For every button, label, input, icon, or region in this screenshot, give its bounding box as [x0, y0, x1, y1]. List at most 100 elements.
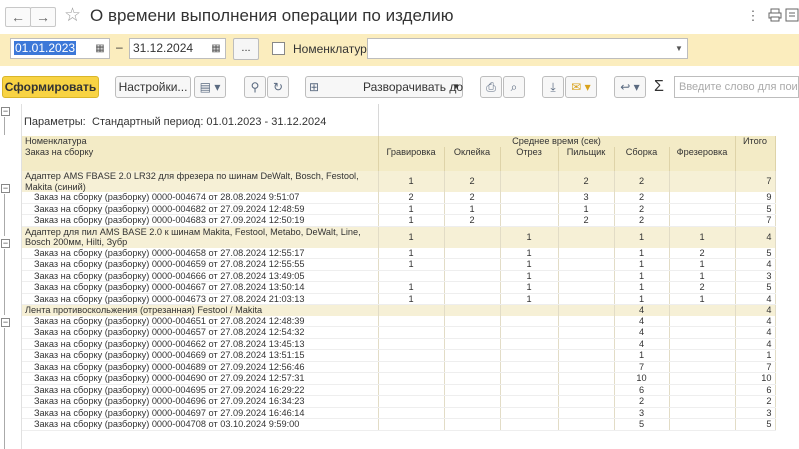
- save-button[interactable]: ⤓: [542, 76, 564, 98]
- order-name[interactable]: Заказ на сборку (разборку) 0000-004657 о…: [22, 326, 379, 339]
- value-cell: 1: [378, 171, 445, 192]
- table-row[interactable]: Заказ на сборку (разборку) 0000-004695 о…: [22, 384, 776, 396]
- table-row[interactable]: Заказ на сборку (разборку) 0000-004666 о…: [22, 270, 776, 282]
- forward-button[interactable]: →: [30, 7, 56, 27]
- table-row[interactable]: Заказ на сборку (разборку) 0000-004658 о…: [22, 247, 776, 259]
- order-name[interactable]: Заказ на сборку (разборку) 0000-004667 о…: [22, 281, 379, 294]
- nomenclature-checkbox[interactable]: [272, 42, 285, 55]
- total-cell: 5: [735, 203, 776, 215]
- expand-to-button[interactable]: ⊞ Разворачивать до ▼: [305, 76, 463, 98]
- search-button[interactable]: ⚲: [244, 76, 266, 98]
- print-icon[interactable]: [767, 8, 783, 24]
- value-cell: [378, 395, 445, 408]
- order-name[interactable]: Заказ на сборку (разборку) 0000-004682 о…: [22, 203, 379, 215]
- order-name[interactable]: Заказ на сборку (разборку) 0000-004662 о…: [22, 338, 379, 350]
- table-row[interactable]: Заказ на сборку (разборку) 0000-004690 о…: [22, 372, 776, 385]
- value-cell: 1: [614, 258, 670, 271]
- back-button[interactable]: ←: [5, 7, 31, 27]
- table-row[interactable]: Заказ на сборку (разборку) 0000-004708 о…: [22, 418, 776, 431]
- generate-button[interactable]: Сформировать: [2, 76, 99, 98]
- header-op: Сборка: [614, 146, 670, 157]
- print-button[interactable]: ⎙: [480, 76, 502, 98]
- table-row[interactable]: Заказ на сборку (разборку) 0000-004682 о…: [22, 203, 776, 215]
- order-name[interactable]: Заказ на сборку (разборку) 0000-004659 о…: [22, 258, 379, 271]
- calendar-icon[interactable]: ▦: [92, 41, 108, 56]
- value-cell: 4: [614, 326, 670, 339]
- date-range-dash: –: [116, 40, 123, 54]
- table-row[interactable]: Заказ на сборку (разборку) 0000-004689 о…: [22, 361, 776, 373]
- order-name[interactable]: Заказ на сборку (разборку) 0000-004696 о…: [22, 395, 379, 408]
- table-row[interactable]: Заказ на сборку (разборку) 0000-004696 о…: [22, 395, 776, 408]
- sigma-icon[interactable]: Σ: [654, 78, 664, 96]
- order-name[interactable]: Заказ на сборку (разборку) 0000-004708 о…: [22, 418, 379, 431]
- table-row[interactable]: Заказ на сборку (разборку) 0000-004667 о…: [22, 281, 776, 294]
- collapse-group-icon[interactable]: −: [1, 239, 10, 248]
- table-row[interactable]: Заказ на сборку (разборку) 0000-004673 о…: [22, 293, 776, 305]
- group-name[interactable]: Адаптер для пил AMS BASE 2.0 к шинам Mak…: [22, 226, 379, 248]
- value-cell: 1: [558, 203, 615, 215]
- table-row[interactable]: Заказ на сборку (разборку) 0000-004697 о…: [22, 407, 776, 419]
- table-row[interactable]: Заказ на сборку (разборку) 0000-004669 о…: [22, 349, 776, 362]
- total-cell: 7: [735, 361, 776, 373]
- grouping-gutter: − − − −: [0, 104, 22, 449]
- nomenclature-field[interactable]: ▼: [367, 38, 688, 59]
- group-row[interactable]: Лента противоскольжения (отрезанная) Fes…: [22, 304, 776, 316]
- order-name[interactable]: Заказ на сборку (разборку) 0000-004651 о…: [22, 315, 379, 327]
- value-cell: [558, 270, 615, 282]
- date-from-field[interactable]: 01.01.2023 ▦: [10, 38, 110, 59]
- search-input[interactable]: Введите слово для поиска: [674, 76, 799, 98]
- dropdown-icon[interactable]: ▼: [671, 41, 687, 56]
- table-row[interactable]: Заказ на сборку (разборку) 0000-004683 о…: [22, 214, 776, 227]
- clear-search-button[interactable]: ↻: [267, 76, 289, 98]
- collapse-params-icon[interactable]: −: [1, 107, 10, 116]
- value-cell: 1: [378, 226, 445, 248]
- value-cell: 1: [444, 203, 501, 215]
- order-name[interactable]: Заказ на сборку (разборку) 0000-004669 о…: [22, 349, 379, 362]
- star-icon[interactable]: ☆: [64, 5, 81, 27]
- order-name[interactable]: Заказ на сборку (разборку) 0000-004683 о…: [22, 214, 379, 227]
- link-icon[interactable]: [784, 8, 799, 24]
- date-to-field[interactable]: 31.12.2024 ▦: [129, 38, 226, 59]
- table-row[interactable]: Заказ на сборку (разборку) 0000-004659 о…: [22, 258, 776, 271]
- period-select-button[interactable]: ...: [233, 38, 259, 60]
- variant-button[interactable]: ▤ ▾: [194, 76, 226, 98]
- value-cell: 2: [558, 214, 615, 227]
- value-cell: 1: [500, 270, 559, 282]
- order-name[interactable]: Заказ на сборку (разборку) 0000-004695 о…: [22, 384, 379, 396]
- group-row[interactable]: Адаптер для пил AMS BASE 2.0 к шинам Mak…: [22, 226, 776, 248]
- group-name[interactable]: Адаптер AMS FBASE 2.0 LR32 для фрезера п…: [22, 171, 379, 192]
- email-button[interactable]: ✉ ▾: [565, 76, 597, 98]
- value-cell: 2: [444, 214, 501, 227]
- table-row[interactable]: Заказ на сборку (разборку) 0000-004674 о…: [22, 192, 776, 204]
- more-icon[interactable]: ⋮: [745, 8, 761, 24]
- header-order: Заказ на сборку: [22, 146, 379, 157]
- group-row[interactable]: Адаптер AMS FBASE 2.0 LR32 для фрезера п…: [22, 171, 776, 192]
- collapse-group-icon[interactable]: −: [1, 184, 10, 193]
- back-nav-button[interactable]: ↩ ▾: [614, 76, 646, 98]
- table-row[interactable]: Заказ на сборку (разборку) 0000-004662 о…: [22, 338, 776, 350]
- preview-button[interactable]: ⌕: [503, 76, 525, 98]
- settings-button[interactable]: Настройки...: [115, 76, 191, 98]
- order-name[interactable]: Заказ на сборку (разборку) 0000-004674 о…: [22, 192, 379, 204]
- group-name[interactable]: Лента противоскольжения (отрезанная) Fes…: [22, 304, 379, 316]
- value-cell: 6: [614, 384, 670, 396]
- order-name[interactable]: Заказ на сборку (разборку) 0000-004689 о…: [22, 361, 379, 373]
- collapse-group-icon[interactable]: −: [1, 318, 10, 327]
- value-cell: 2: [614, 214, 670, 227]
- order-name[interactable]: Заказ на сборку (разборку) 0000-004697 о…: [22, 407, 379, 419]
- value-cell: [444, 384, 501, 396]
- report-table: Номенклатура Среднее время (сек) Итого З…: [22, 136, 776, 431]
- order-name[interactable]: Заказ на сборку (разборку) 0000-004673 о…: [22, 293, 379, 305]
- table-row[interactable]: Заказ на сборку (разборку) 0000-004657 о…: [22, 326, 776, 339]
- order-name[interactable]: Заказ на сборку (разборку) 0000-004658 о…: [22, 247, 379, 259]
- value-cell: 1: [500, 281, 559, 294]
- total-cell: 5: [735, 418, 776, 431]
- order-name[interactable]: Заказ на сборку (разборку) 0000-004690 о…: [22, 372, 379, 385]
- header-op: Отрез: [500, 146, 559, 157]
- value-cell: [378, 407, 445, 419]
- value-cell: [444, 270, 501, 282]
- calendar-icon[interactable]: ▦: [208, 41, 224, 56]
- value-cell: 1: [614, 349, 670, 362]
- table-row[interactable]: Заказ на сборку (разборку) 0000-004651 о…: [22, 315, 776, 327]
- order-name[interactable]: Заказ на сборку (разборку) 0000-004666 о…: [22, 270, 379, 282]
